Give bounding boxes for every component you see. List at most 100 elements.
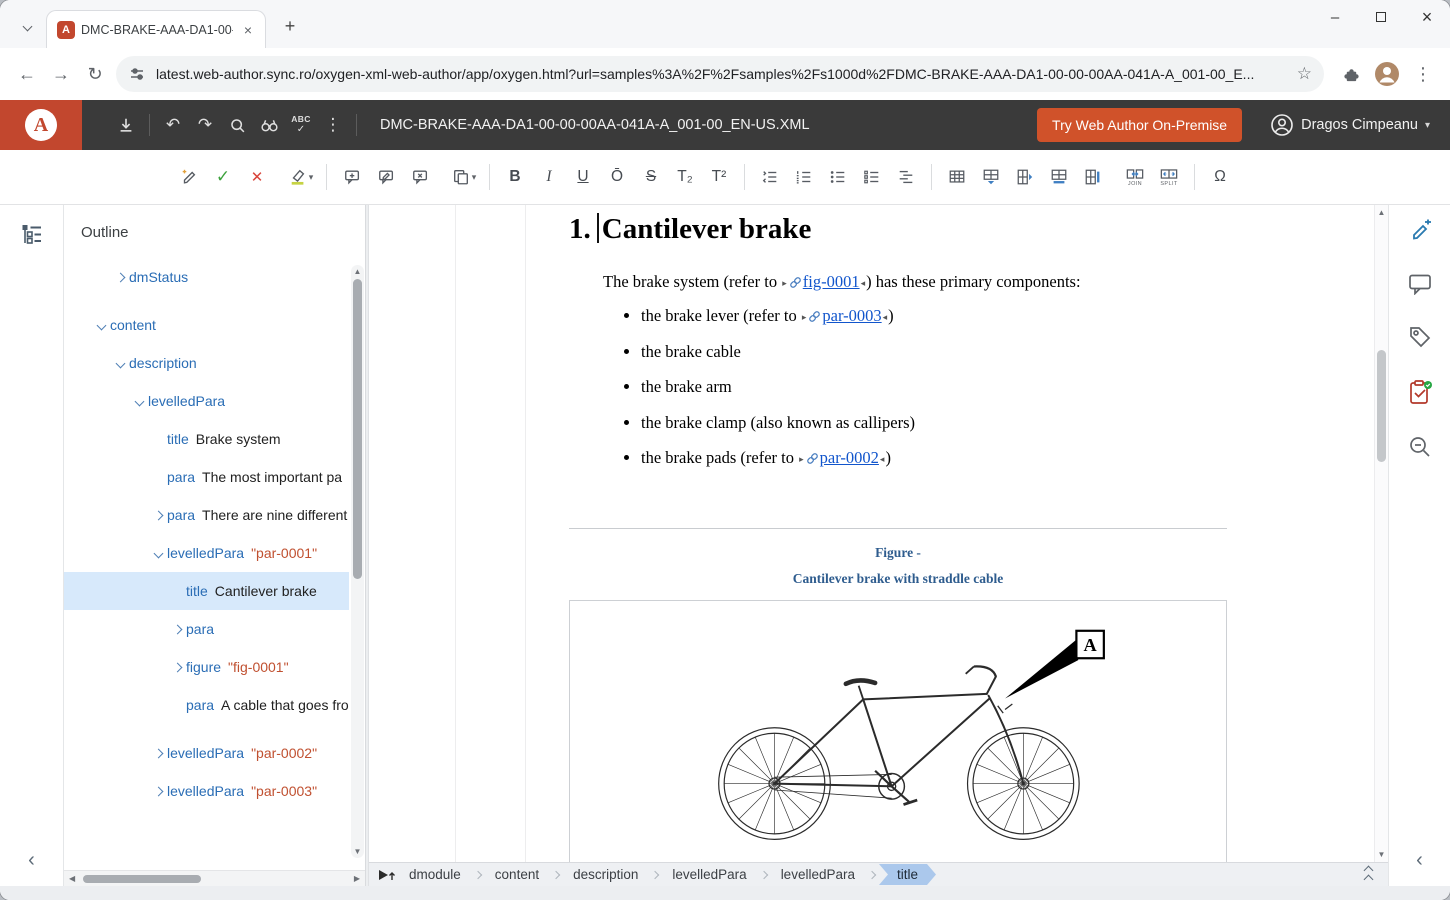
breadcrumb-item-levelledpara-2[interactable]: levelledPara — [771, 864, 865, 885]
insert-column-button[interactable] — [1008, 160, 1042, 194]
chevron-right-icon[interactable] — [154, 510, 164, 520]
underline-button[interactable]: U — [566, 160, 600, 194]
breadcrumb-item-dmodule[interactable]: dmodule — [399, 864, 471, 885]
section-heading[interactable]: 1.Cantilever brake — [569, 213, 1227, 246]
add-comment-button[interactable] — [335, 160, 369, 194]
outline-node[interactable]: content — [64, 306, 349, 344]
collapse-left-panel-button[interactable]: ‹ — [28, 849, 35, 872]
collapse-breadcrumb-button[interactable] — [1365, 867, 1372, 883]
document-content[interactable]: 1.Cantilever brake The brake system (ref… — [569, 205, 1227, 862]
list-item[interactable]: the brake arm — [641, 377, 1227, 397]
heading-text[interactable]: Cantilever brake — [602, 213, 812, 245]
accept-change-button[interactable]: ✓ — [206, 160, 240, 194]
close-window-button[interactable]: × — [1404, 0, 1450, 34]
list-item[interactable]: the brake pads (refer to ▸par-0002◂) — [641, 448, 1227, 468]
split-cell-button[interactable]: SPLIT — [1152, 160, 1186, 194]
try-on-premise-button[interactable]: Try Web Author On-Premise — [1037, 108, 1242, 142]
chevron-right-icon[interactable] — [154, 748, 164, 758]
ordered-list-button[interactable] — [787, 160, 821, 194]
figure-frame[interactable]: A — [569, 600, 1227, 862]
comments-panel-tab[interactable] — [1408, 273, 1432, 300]
chevron-down-icon[interactable] — [154, 548, 164, 558]
outline-node[interactable]: figure "fig-0001" — [64, 648, 349, 686]
minimize-button[interactable]: – — [1312, 0, 1358, 34]
url-text[interactable]: latest.web-author.sync.ro/oxygen-xml-web… — [156, 66, 1289, 82]
scroll-down-icon[interactable]: ▼ — [1375, 850, 1388, 859]
attachments-panel-tab[interactable] — [1408, 325, 1432, 354]
caret-position-icon[interactable] — [377, 867, 399, 883]
reload-button[interactable]: ↻ — [78, 57, 112, 91]
spellcheck-button[interactable]: ABC ✓ — [285, 109, 317, 141]
sequential-list-button[interactable] — [753, 160, 787, 194]
list-item[interactable]: the brake cable — [641, 342, 1227, 362]
random-list-button[interactable] — [855, 160, 889, 194]
insert-row-button[interactable] — [974, 160, 1008, 194]
definition-list-button[interactable] — [889, 160, 923, 194]
site-info-icon[interactable] — [128, 65, 146, 83]
extensions-button[interactable] — [1334, 57, 1368, 91]
figure-caption[interactable]: Cantilever brake with straddle cable — [569, 571, 1227, 587]
back-button[interactable]: ← — [10, 57, 44, 91]
chevron-down-icon[interactable] — [97, 320, 107, 330]
browser-profile-button[interactable] — [1372, 59, 1402, 89]
cross-reference-link[interactable]: fig-0001 — [803, 272, 860, 291]
browser-menu-button[interactable]: ⋮ — [1406, 57, 1440, 91]
redo-button[interactable]: ↷ — [189, 109, 221, 141]
paste-special-button[interactable]: ▾ — [447, 160, 481, 194]
maximize-button[interactable] — [1358, 0, 1404, 34]
search-button[interactable] — [221, 109, 253, 141]
chevron-right-icon[interactable] — [154, 786, 164, 796]
editor-scrollbar[interactable]: ▲ ▼ — [1374, 205, 1388, 862]
user-menu[interactable]: Dragos Cimpeanu ▾ — [1270, 113, 1430, 137]
download-button[interactable] — [110, 109, 142, 141]
outline-node-selected[interactable]: title Cantilever brake — [64, 572, 349, 610]
overline-button[interactable]: Ō — [600, 160, 634, 194]
scroll-up-icon[interactable]: ▲ — [351, 267, 364, 276]
find-replace-button[interactable] — [253, 109, 285, 141]
cross-reference-link[interactable]: par-0002 — [820, 448, 879, 467]
chevron-down-icon[interactable] — [116, 358, 126, 368]
superscript-button[interactable]: T² — [702, 160, 736, 194]
review-panel-tab[interactable] — [1408, 219, 1432, 248]
list-item[interactable]: the brake clamp (also known as callipers… — [641, 413, 1227, 433]
document-viewport[interactable]: 1.Cantilever brake The brake system (ref… — [369, 205, 1374, 862]
outline-scrollbar[interactable]: ▲ ▼ — [351, 265, 364, 858]
outline-node[interactable]: description — [64, 344, 349, 382]
outline-node[interactable]: para The most important pa — [64, 458, 349, 496]
outline-node[interactable]: levelledPara "par-0001" — [64, 534, 349, 572]
strikethrough-button[interactable]: S — [634, 160, 668, 194]
validation-panel-tab[interactable] — [1408, 379, 1432, 410]
more-tools-button[interactable]: ⋮ — [317, 109, 349, 141]
outline-node[interactable]: levelledPara — [64, 382, 349, 420]
special-characters-button[interactable]: Ω — [1203, 160, 1237, 194]
reject-change-button[interactable]: ✕ — [240, 160, 274, 194]
bookmark-star-icon[interactable]: ☆ — [1297, 64, 1312, 84]
collapse-right-panel-button[interactable]: ‹ — [1416, 849, 1423, 872]
scroll-left-icon[interactable]: ◀ — [69, 874, 75, 883]
outline-panel-tab[interactable] — [21, 223, 43, 250]
review-search-panel-tab[interactable] — [1408, 435, 1432, 464]
new-tab-button[interactable]: + — [276, 12, 304, 40]
edit-comment-button[interactable] — [369, 160, 403, 194]
chevron-right-icon[interactable] — [173, 624, 183, 634]
outline-node[interactable]: para — [64, 610, 349, 648]
address-bar[interactable]: latest.web-author.sync.ro/oxygen-xml-web… — [116, 56, 1324, 92]
outline-node[interactable]: dmStatus — [64, 258, 349, 296]
outline-node[interactable]: para A cable that goes fro — [64, 686, 349, 724]
intro-paragraph[interactable]: The brake system (refer to ▸fig-0001◂) h… — [603, 272, 1227, 292]
browser-tab[interactable]: A DMC-BRAKE-AAA-DA1-00-00-0 × — [46, 10, 266, 48]
insert-table-button[interactable] — [940, 160, 974, 194]
component-list[interactable]: the brake lever (refer to ▸par-0003◂) th… — [569, 306, 1227, 468]
list-item[interactable]: the brake lever (refer to ▸par-0003◂) — [641, 306, 1227, 326]
outline-node[interactable]: title Brake system — [64, 420, 349, 458]
tab-search-button[interactable] — [12, 8, 42, 44]
outline-node[interactable]: levelledPara "par-0002" — [64, 734, 349, 772]
highlight-button[interactable]: ▾ — [284, 160, 318, 194]
chevron-down-icon[interactable] — [135, 396, 145, 406]
track-changes-button[interactable] — [172, 160, 206, 194]
breadcrumb-item-title-selected[interactable]: title — [879, 864, 936, 885]
scroll-up-icon[interactable]: ▲ — [1375, 208, 1388, 217]
breadcrumb-item-content[interactable]: content — [485, 864, 549, 885]
italic-button[interactable]: I — [532, 160, 566, 194]
unordered-list-button[interactable] — [821, 160, 855, 194]
